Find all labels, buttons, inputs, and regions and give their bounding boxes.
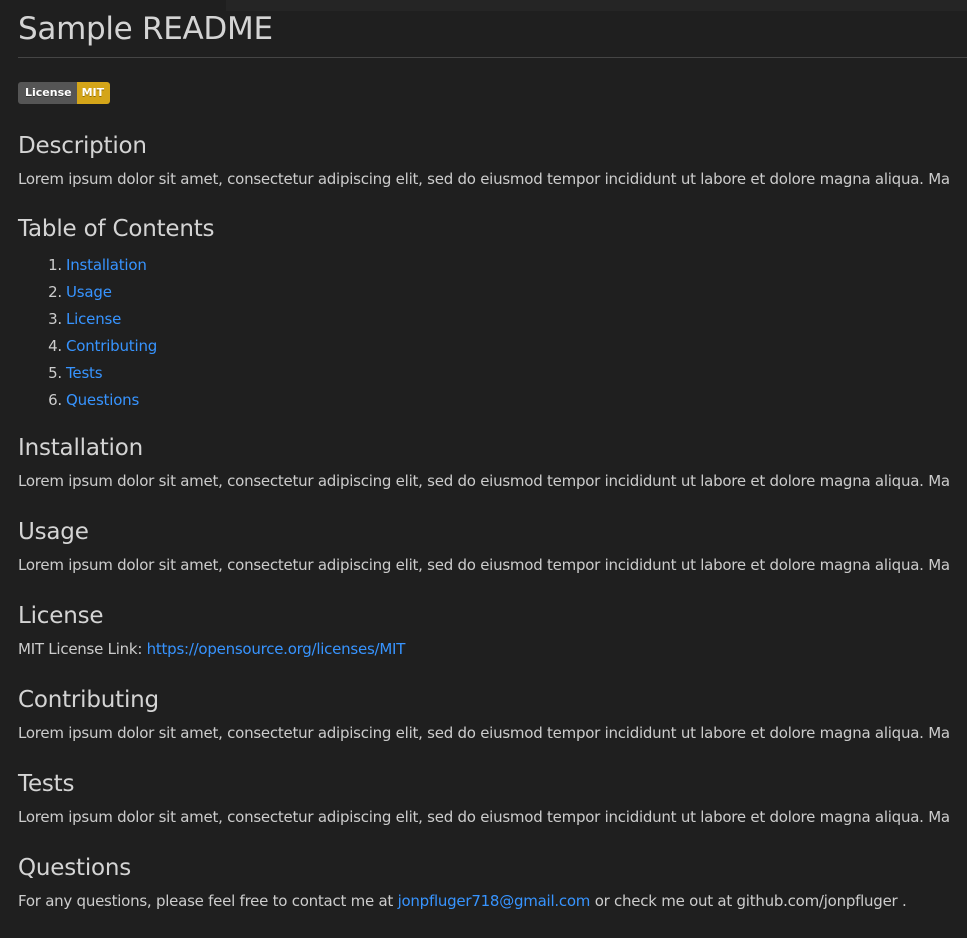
heading-license: License	[18, 603, 104, 629]
toc-link-usage[interactable]: Usage	[66, 283, 112, 301]
section-license: License MIT License Link: https://openso…	[18, 601, 405, 658]
section-description: Description Lorem ipsum dolor sit amet, …	[18, 131, 950, 188]
toc-link-tests[interactable]: Tests	[66, 364, 103, 382]
heading-installation: Installation	[18, 435, 143, 461]
installation-text: Lorem ipsum dolor sit amet, consectetur …	[18, 472, 950, 490]
toc-link-license[interactable]: License	[66, 310, 121, 328]
toc-item-number: 6.	[48, 391, 62, 409]
badge-value: MIT	[76, 82, 111, 104]
editor-top-band	[226, 0, 967, 11]
toc-item-contributing: 4. Contributing	[48, 333, 157, 360]
badge-label: License	[18, 82, 77, 104]
toc-item-number: 1.	[48, 256, 62, 274]
toc-list: 1. Installation 2. Usage 3. License 4. Contr…	[18, 252, 157, 414]
description-text: Lorem ipsum dolor sit amet, consectetur …	[18, 170, 950, 188]
toc-item-number: 2.	[48, 283, 62, 301]
tests-text: Lorem ipsum dolor sit amet, consectetur …	[18, 808, 950, 826]
section-table-of-contents: Table of Contents 1. Installation 2. Usage…	[18, 214, 215, 409]
questions-text: For any questions, please feel free to c…	[18, 891, 907, 911]
section-installation: Installation Lorem ipsum dolor sit amet,…	[18, 433, 950, 490]
toc-item-license: 3. License	[48, 306, 157, 333]
section-contributing: Contributing Lorem ipsum dolor sit amet,…	[18, 685, 950, 742]
toc-link-installation[interactable]: Installation	[66, 256, 147, 274]
heading-description: Description	[18, 133, 147, 159]
title-divider	[18, 57, 967, 58]
license-link[interactable]: https://opensource.org/licenses/MIT	[147, 640, 406, 658]
toc-item-number: 5.	[48, 364, 62, 382]
questions-suffix: or check me out at github.com/jonpfluger…	[590, 892, 907, 910]
usage-text: Lorem ipsum dolor sit amet, consectetur …	[18, 556, 950, 574]
page-title: Sample README	[18, 11, 273, 47]
toc-item-installation: 1. Installation	[48, 252, 157, 279]
toc-link-contributing[interactable]: Contributing	[66, 337, 157, 355]
contributing-text: Lorem ipsum dolor sit amet, consectetur …	[18, 724, 950, 742]
questions-prefix: For any questions, please feel free to c…	[18, 892, 398, 910]
toc-item-number: 4.	[48, 337, 62, 355]
license-link-label: MIT License Link:	[18, 640, 147, 658]
heading-table-of-contents: Table of Contents	[18, 216, 215, 242]
email-link[interactable]: jonpfluger718@gmail.com	[398, 892, 591, 910]
license-badge: License MIT	[18, 82, 111, 104]
section-tests: Tests Lorem ipsum dolor sit amet, consec…	[18, 769, 950, 826]
license-text: MIT License Link: https://opensource.org…	[18, 639, 405, 659]
heading-usage: Usage	[18, 519, 89, 545]
section-questions: Questions For any questions, please feel…	[18, 853, 907, 910]
section-usage: Usage Lorem ipsum dolor sit amet, consec…	[18, 517, 950, 574]
toc-item-tests: 5. Tests	[48, 360, 157, 387]
toc-item-number: 3.	[48, 310, 62, 328]
heading-contributing: Contributing	[18, 687, 159, 713]
heading-questions: Questions	[18, 855, 132, 881]
heading-tests: Tests	[18, 771, 75, 797]
toc-item-usage: 2. Usage	[48, 279, 157, 306]
toc-link-questions[interactable]: Questions	[66, 391, 139, 409]
toc-item-questions: 6. Questions	[48, 387, 157, 414]
